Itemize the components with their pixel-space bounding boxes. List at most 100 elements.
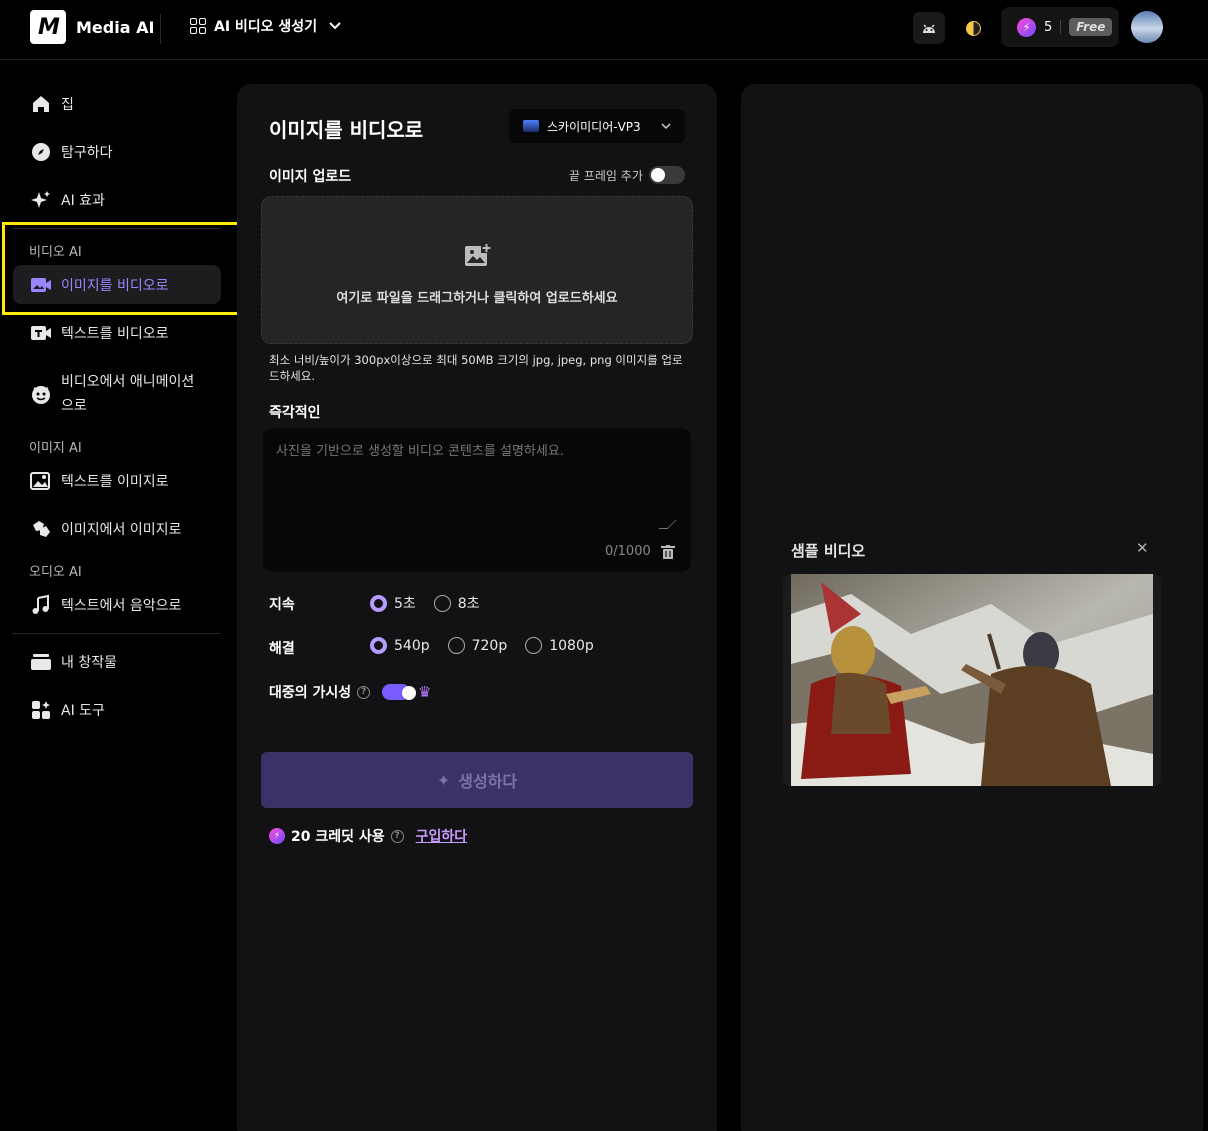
tool-selector-label: AI 비디오 생성기 [214, 19, 318, 35]
tool-selector-dropdown[interactable]: AI 비디오 생성기 [190, 16, 341, 36]
sidebar-item-label: 텍스트를 이미지로 [61, 474, 169, 490]
credit-usage: ⚡ 20 크레딧 사용 ? 구입하다 [269, 826, 467, 846]
text-image-icon [30, 470, 52, 492]
radio-empty-icon [433, 594, 451, 612]
sidebar-item-image-to-image[interactable]: 이미지에서 이미지로 [30, 518, 181, 540]
option-label: 540p [394, 637, 430, 654]
sidebar-item-my-creations[interactable]: 내 창작물 [30, 651, 117, 673]
apps-grid-icon [190, 18, 206, 34]
preview-panel: 샘플 비디오 ✕ [741, 84, 1203, 1131]
end-frame-toggle[interactable] [648, 166, 685, 184]
visibility-row: 대중의 가시성 ? ♛ [269, 682, 432, 702]
theme-icon [965, 20, 981, 36]
generate-label: 생성하다 [458, 772, 518, 791]
add-image-icon [465, 243, 492, 266]
sidebar-item-text-to-image[interactable]: 텍스트를 이미지로 [30, 470, 169, 492]
visibility-toggle[interactable] [382, 684, 417, 700]
resolution-option-1080p[interactable]: 1080p [525, 637, 594, 654]
sidebar-item-label: 탐구하다 [61, 145, 113, 161]
sidebar-item-text-to-video[interactable]: 텍스트를 비디오로 [30, 322, 169, 344]
prompt-char-counter: 0/1000 [605, 544, 651, 559]
radio-empty-icon [525, 637, 543, 654]
close-icon[interactable]: ✕ [1136, 539, 1149, 557]
option-label: 720p [471, 637, 508, 654]
header-divider [160, 14, 161, 44]
sidebar-item-home[interactable]: 집 [30, 93, 74, 115]
chevron-down-icon [661, 121, 671, 132]
end-frame-label: 끝 프레임 추가 [569, 168, 643, 183]
credit-spark-icon: ⚡ [269, 828, 285, 844]
chevron-down-icon [329, 19, 341, 33]
sample-title: 샘플 비디오 [791, 542, 866, 560]
sidebar-item-label: 집 [61, 97, 74, 113]
credit-spark-icon: ⚡ [1017, 17, 1036, 37]
sidebar-item-label: AI 도구 [61, 703, 105, 719]
duration-option-8s[interactable]: 8초 [433, 593, 480, 613]
tools-icon [30, 699, 52, 721]
theme-toggle-button[interactable] [958, 12, 988, 44]
section-audio-ai: 오디오 AI [29, 565, 82, 580]
prompt-placeholder: 사진을 기반으로 생성할 비디오 콘텐츠를 설명하세요. [276, 444, 564, 459]
form-panel: 이미지를 비디오로 스카이미디어-VP3 이미지 업로드 끝 프레임 추가 여기… [237, 84, 717, 1131]
page-title: 이미지를 비디오로 [269, 118, 424, 142]
brand-logo[interactable]: M Media AI [30, 10, 154, 44]
duration-option-5s[interactable]: 5초 [370, 593, 416, 613]
top-header: M Media AI AI 비디오 생성기 ⚡ 5 Free [0, 0, 1208, 60]
radio-selected-icon [370, 594, 387, 612]
sidebar-item-ai-effects[interactable]: AI 효과 [30, 189, 105, 211]
sidebar: 집 탐구하다 AI 효과 비디오 AI 이미지를 비디오로 텍스트를 비디오로 … [0, 60, 243, 1131]
sidebar-item-label: 이미지에서 이미지로 [61, 522, 182, 538]
sidebar-divider [12, 633, 221, 634]
radio-empty-icon [447, 637, 465, 654]
sidebar-item-label: 텍스트를 비디오로 [61, 326, 169, 342]
upload-instruction: 여기로 파일을 드래그하거나 클릭하여 업로드하세요 [336, 291, 618, 306]
music-icon [30, 594, 52, 616]
creations-icon [30, 651, 52, 673]
radio-selected-icon [370, 637, 387, 654]
model-select-dropdown[interactable]: 스카이미디어-VP3 [509, 109, 685, 143]
upload-dropzone[interactable]: 여기로 파일을 드래그하거나 클릭하여 업로드하세요 [261, 196, 693, 344]
credit-count: 5 [1044, 19, 1053, 35]
prompt-label: 즉각적인 [269, 405, 321, 421]
sparkle-icon [30, 189, 52, 211]
section-image-ai: 이미지 AI [29, 441, 82, 456]
highlight-frame [2, 222, 243, 315]
trash-icon[interactable] [661, 545, 675, 559]
sample-video-card: 샘플 비디오 ✕ [783, 528, 1161, 790]
sidebar-item-label: 내 창작물 [61, 655, 117, 671]
sidebar-item-label: 텍스트에서 음악으로 [61, 598, 182, 614]
sidebar-item-ai-tools[interactable]: AI 도구 [30, 699, 105, 721]
help-icon[interactable]: ? [357, 685, 371, 699]
resolution-option-720p[interactable]: 720p [447, 637, 508, 654]
resolution-option-540p[interactable]: 540p [370, 637, 430, 654]
brand-name: Media AI [76, 17, 155, 37]
resize-handle[interactable] [658, 520, 677, 529]
sparkle-icon: ✦ [436, 770, 451, 790]
sidebar-item-label: 비디오에서 애니메이션으로 [61, 374, 195, 414]
end-frame-option: 끝 프레임 추가 [569, 166, 685, 184]
sidebar-item-video-to-animation[interactable]: 비디오에서 애니메이션으로 [30, 370, 201, 418]
sidebar-item-text-to-music[interactable]: 텍스트에서 음악으로 [30, 594, 181, 616]
sample-video-thumbnail [791, 574, 1153, 786]
sample-video-player[interactable] [783, 574, 1161, 786]
duration-label: 지속 [269, 597, 295, 613]
help-icon[interactable]: ? [390, 829, 404, 843]
generate-button[interactable]: ✦ 생성하다 [261, 752, 693, 808]
credit-balance[interactable]: ⚡ 5 Free [1001, 7, 1119, 47]
buy-credits-link[interactable]: 구입하다 [416, 826, 468, 846]
text-video-icon [30, 322, 52, 344]
sidebar-item-explore[interactable]: 탐구하다 [30, 141, 113, 163]
credit-divider [1060, 20, 1062, 34]
duration-options: 5초 8초 [370, 593, 498, 613]
android-app-button[interactable] [913, 12, 945, 44]
option-label: 8초 [457, 596, 480, 612]
resolution-options: 540p 720p 1080p [370, 637, 612, 654]
image-image-icon [30, 518, 52, 540]
animation-icon [30, 383, 52, 405]
prompt-input[interactable]: 사진을 기반으로 생성할 비디오 콘텐츠를 설명하세요. 0/1000 [263, 428, 691, 572]
user-avatar[interactable] [1131, 11, 1163, 43]
upload-hint: 최소 너비/높이가 300px이상으로 최대 50MB 크기의 jpg, jpe… [269, 353, 683, 383]
crown-icon: ♛ [418, 683, 432, 701]
visibility-label: 대중의 가시성 [269, 685, 352, 701]
sidebar-item-label: AI 효과 [61, 193, 105, 209]
